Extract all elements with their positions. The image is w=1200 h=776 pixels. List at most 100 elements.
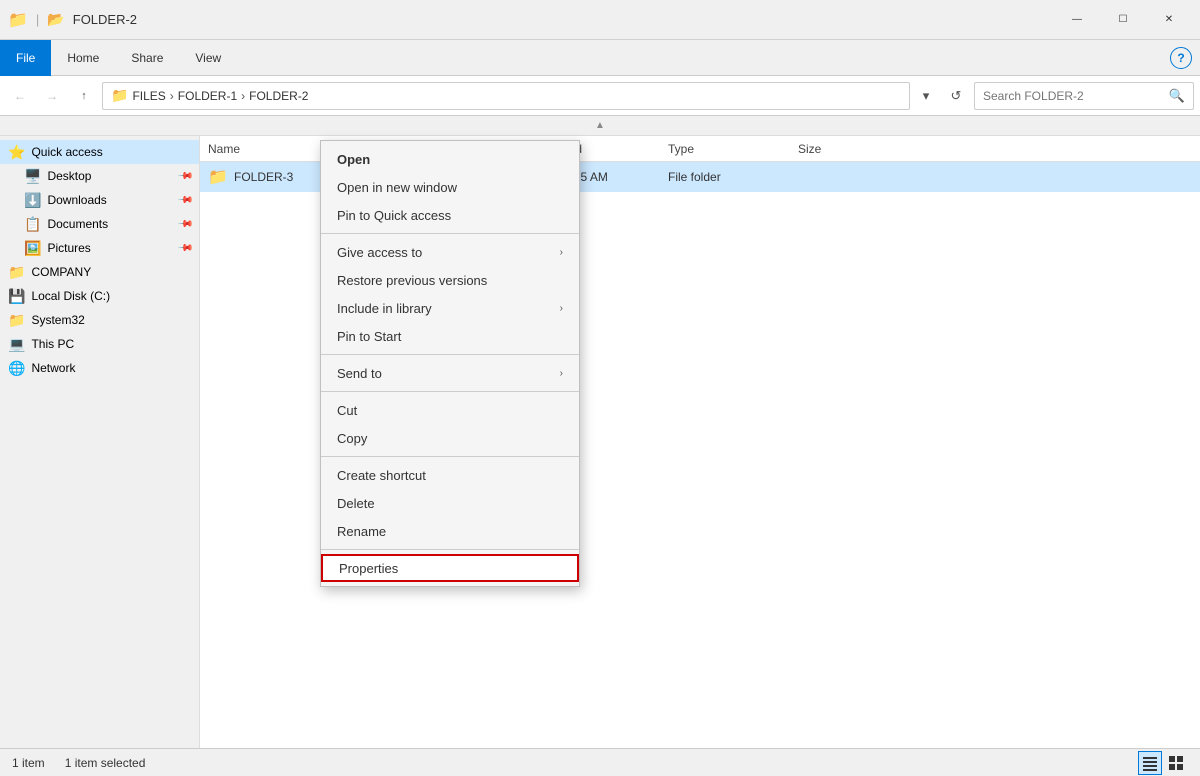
ctx-create-shortcut[interactable]: Create shortcut (321, 461, 579, 489)
sidebar-item-desktop[interactable]: 🖥️ Desktop 📌 (16, 164, 199, 188)
status-bar: 1 item 1 item selected (0, 748, 1200, 776)
col-header-size[interactable]: Size (798, 142, 898, 156)
star-icon: ⭐ (8, 144, 25, 161)
path-part-3: FOLDER-2 (249, 89, 308, 103)
ctx-properties[interactable]: Properties (321, 554, 579, 582)
sidebar-label-system32: System32 (31, 313, 84, 327)
ctx-separator-5 (321, 549, 579, 550)
pin-icon-pictures: 📌 (176, 240, 193, 257)
view-large-icons-button[interactable] (1164, 751, 1188, 775)
system32-folder-icon: 📁 (8, 312, 25, 329)
sidebar-item-system32[interactable]: 📁 System32 (0, 308, 199, 332)
network-icon: 🌐 (8, 360, 25, 377)
ctx-restore-versions[interactable]: Restore previous versions (321, 266, 579, 294)
context-menu: Open Open in new window Pin to Quick acc… (320, 140, 580, 587)
sidebar-item-localdisk[interactable]: 💾 Local Disk (C:) (0, 284, 199, 308)
pictures-icon: 🖼️ (24, 240, 41, 257)
ctx-copy[interactable]: Copy (321, 424, 579, 452)
title-bar-separator: | (36, 12, 39, 27)
view-icons (1138, 751, 1188, 775)
ctx-separator-4 (321, 456, 579, 457)
pin-icon-desktop: 📌 (176, 168, 193, 185)
refresh-button[interactable]: ↺ (942, 82, 970, 110)
ctx-send-to-arrow: › (560, 368, 563, 379)
address-bar: ← → ↑ 📁 FILES › FOLDER-1 › FOLDER-2 ▾ ↺ … (0, 76, 1200, 116)
ctx-pin-quick-access[interactable]: Pin to Quick access (321, 201, 579, 229)
ctx-rename[interactable]: Rename (321, 517, 579, 545)
ctx-delete[interactable]: Delete (321, 489, 579, 517)
file-folder-icon: 📁 (208, 167, 228, 187)
file-type: File folder (668, 170, 798, 184)
minimize-button[interactable]: — (1054, 0, 1100, 40)
sidebar-label-localdisk: Local Disk (C:) (31, 289, 110, 303)
ctx-open-new-window[interactable]: Open in new window (321, 173, 579, 201)
ctx-include-library-arrow: › (560, 303, 563, 314)
title-bar-icons: 📁 | 📂 FOLDER-2 (8, 10, 137, 30)
ctx-separator-2 (321, 354, 579, 355)
desktop-icon: 🖥️ (24, 168, 41, 185)
col-header-type[interactable]: Type (668, 142, 798, 156)
help-button[interactable]: ? (1170, 47, 1192, 69)
sidebar-item-documents[interactable]: 📋 Documents 📌 (16, 212, 199, 236)
tab-share[interactable]: Share (115, 40, 179, 76)
sidebar-label-company: COMPANY (31, 265, 91, 279)
ribbon: File Home Share View ? (0, 40, 1200, 76)
sort-up-icon: ▲ (595, 120, 605, 131)
tab-view[interactable]: View (179, 40, 237, 76)
forward-button[interactable]: → (38, 82, 66, 110)
ctx-separator-1 (321, 233, 579, 234)
ctx-send-to[interactable]: Send to › (321, 359, 579, 387)
tab-home[interactable]: Home (51, 40, 115, 76)
path-chevron-2: › (241, 89, 245, 103)
ctx-give-access-arrow: › (560, 247, 563, 258)
pin-icon-downloads: 📌 (176, 192, 193, 209)
sidebar-label-thispc: This PC (31, 337, 74, 351)
window-controls: — ☐ ✕ (1054, 0, 1192, 40)
tab-file[interactable]: File (0, 40, 51, 76)
close-button[interactable]: ✕ (1146, 0, 1192, 40)
downloads-icon: ⬇️ (24, 192, 41, 209)
sidebar-label-network: Network (31, 361, 75, 375)
ctx-send-to-label: Send to (337, 366, 382, 381)
sidebar-item-thispc[interactable]: 💻 This PC (0, 332, 199, 356)
address-dropdown[interactable]: ▾ (914, 82, 938, 110)
up-button[interactable]: ↑ (70, 82, 98, 110)
title-text: FOLDER-2 (73, 12, 137, 27)
sidebar: ⭐ Quick access 🖥️ Desktop 📌 ⬇️ Downloads… (0, 136, 200, 748)
thispc-icon: 💻 (8, 336, 25, 353)
status-item-count: 1 item (12, 756, 45, 770)
pin-icon-documents: 📌 (176, 216, 193, 233)
main-area: ⭐ Quick access 🖥️ Desktop 📌 ⬇️ Downloads… (0, 136, 1200, 748)
address-path[interactable]: 📁 FILES › FOLDER-1 › FOLDER-2 (102, 82, 910, 110)
status-selected-count: 1 item selected (65, 756, 146, 770)
ctx-open[interactable]: Open (321, 145, 579, 173)
sidebar-label-desktop: Desktop (47, 169, 91, 183)
sidebar-item-network[interactable]: 🌐 Network (0, 356, 199, 380)
ctx-give-access-label: Give access to (337, 245, 422, 260)
sidebar-label-quick-access: Quick access (31, 145, 102, 159)
ctx-separator-3 (321, 391, 579, 392)
back-button[interactable]: ← (6, 82, 34, 110)
ctx-include-library-label: Include in library (337, 301, 432, 316)
maximize-button[interactable]: ☐ (1100, 0, 1146, 40)
ctx-pin-start[interactable]: Pin to Start (321, 322, 579, 350)
ctx-cut[interactable]: Cut (321, 396, 579, 424)
title-folder-icon: 📂 (47, 11, 64, 28)
path-part-2: FOLDER-1 (178, 89, 237, 103)
search-box[interactable]: 🔍 (974, 82, 1194, 110)
ctx-include-library[interactable]: Include in library › (321, 294, 579, 322)
path-icon: 📁 (111, 87, 128, 104)
sidebar-item-downloads[interactable]: ⬇️ Downloads 📌 (16, 188, 199, 212)
documents-icon: 📋 (24, 216, 41, 233)
column-sort-bar: ▲ (0, 116, 1200, 136)
sidebar-label-documents: Documents (47, 217, 108, 231)
sidebar-item-company[interactable]: 📁 COMPANY (0, 260, 199, 284)
view-details-button[interactable] (1138, 751, 1162, 775)
company-folder-icon: 📁 (8, 264, 25, 281)
path-part-1: FILES (132, 89, 165, 103)
sidebar-item-quick-access[interactable]: ⭐ Quick access (0, 140, 199, 164)
quick-access-section: 🖥️ Desktop 📌 ⬇️ Downloads 📌 📋 Documents … (0, 164, 199, 260)
ctx-give-access[interactable]: Give access to › (321, 238, 579, 266)
search-input[interactable] (983, 89, 1163, 103)
sidebar-item-pictures[interactable]: 🖼️ Pictures 📌 (16, 236, 199, 260)
